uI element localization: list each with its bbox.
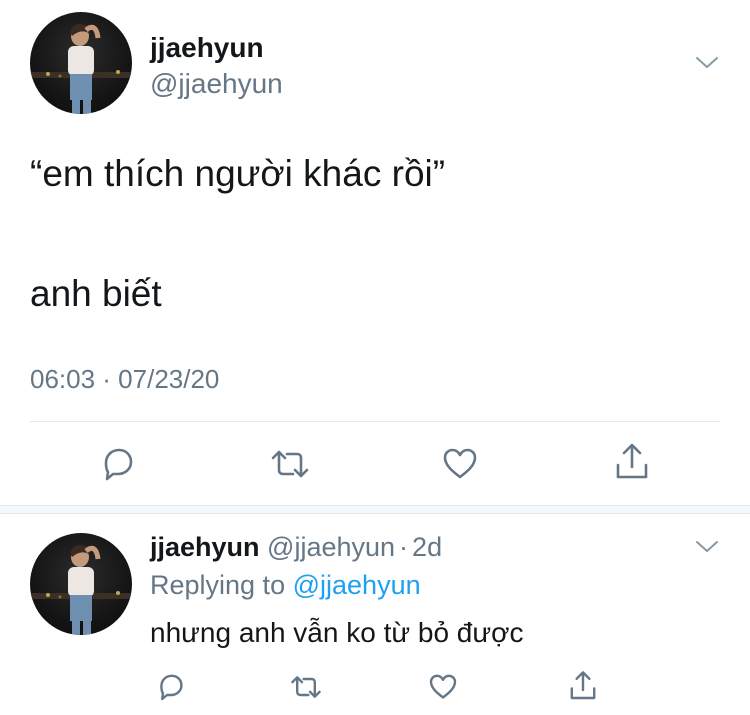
author-handle[interactable]: @jjaehyun (150, 68, 283, 100)
avatar[interactable] (30, 12, 132, 114)
divider (30, 421, 720, 422)
reply-like-button[interactable] (424, 668, 462, 706)
share-button[interactable] (610, 440, 654, 484)
reply-retweet-button[interactable] (286, 668, 326, 706)
reply-avatar[interactable] (30, 533, 132, 635)
thread-separator (0, 505, 750, 514)
reply-author-handle[interactable]: @jjaehyun (267, 532, 395, 562)
reply-header: jjaehyun @jjaehyun · 2d (150, 532, 442, 563)
reply-share-button[interactable] (564, 666, 602, 706)
share-icon (570, 671, 596, 700)
reply-reply-button[interactable] (152, 668, 190, 706)
chevron-down-icon (696, 541, 718, 552)
like-button[interactable] (438, 442, 482, 486)
reply-button[interactable] (96, 442, 140, 486)
share-icon (616, 443, 648, 479)
retweet-icon (291, 676, 321, 698)
chevron-down-icon (696, 57, 718, 68)
reply-age[interactable]: 2d (412, 532, 442, 562)
author-display-name[interactable]: jjaehyun (150, 32, 264, 64)
avatar-photo (30, 24, 132, 114)
replying-to-line: Replying to @jjaehyun (150, 570, 421, 601)
reply-text: nhưng anh vẫn ko từ bỏ được (150, 617, 524, 648)
reply-dot: · (399, 532, 409, 562)
comment-icon (104, 448, 133, 481)
replying-to-label: Replying to (150, 570, 286, 600)
reply-menu-button[interactable] (694, 534, 720, 565)
replying-to-handle-link[interactable]: @jjaehyun (293, 570, 421, 600)
tweet-timestamp[interactable]: 06:03 · 07/23/20 (30, 364, 219, 395)
tweet-menu-button[interactable] (694, 50, 720, 81)
comment-icon (160, 674, 183, 701)
reply-author-display-name[interactable]: jjaehyun (150, 532, 260, 562)
retweet-icon (271, 450, 309, 478)
avatar-photo (30, 545, 132, 635)
heart-icon (443, 448, 477, 479)
tweet-text-line-1: “em thích người khác rồi” (30, 153, 446, 194)
heart-icon (429, 674, 457, 699)
retweet-button[interactable] (268, 442, 312, 486)
tweet-text-line-2: anh biết (30, 273, 162, 314)
